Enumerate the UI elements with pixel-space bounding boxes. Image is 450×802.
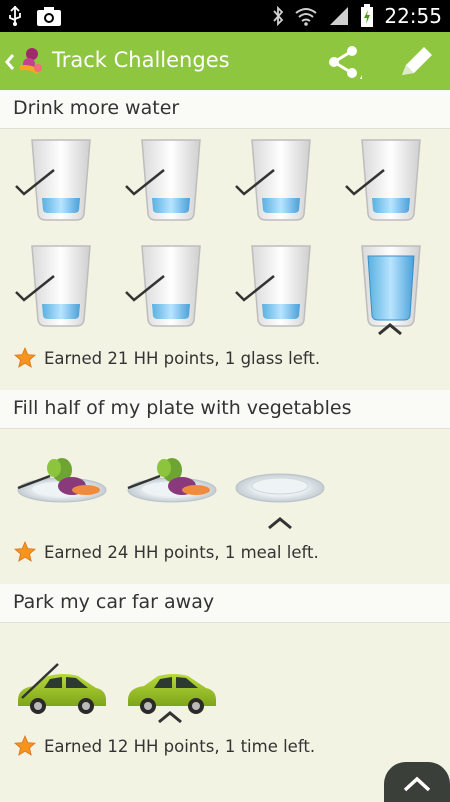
challenge-title: Park my car far away xyxy=(13,591,215,613)
wifi-icon xyxy=(295,8,317,26)
earned-points-water: Earned 21 HH points, 1 glass left. xyxy=(14,344,320,372)
water-glass-icon xyxy=(235,139,311,221)
battery-icon xyxy=(361,4,374,27)
glass-item-done[interactable] xyxy=(234,242,326,334)
glass-item-done[interactable] xyxy=(14,136,106,228)
vegetable-plate-icon xyxy=(17,458,107,503)
water-glass-icon xyxy=(125,139,201,221)
camera-icon xyxy=(37,7,61,26)
earned-text: Earned 24 HH points, 1 meal left. xyxy=(44,542,319,562)
clock-time: 22:55 xyxy=(384,4,442,28)
star-icon xyxy=(14,541,36,562)
page-title: Track Challenges xyxy=(52,48,230,72)
back-chevron-icon xyxy=(5,54,15,70)
glass-item-done[interactable] xyxy=(14,242,106,334)
challenge-header-vegetables: Fill half of my plate with vegetables xyxy=(0,390,450,429)
water-glass-icon xyxy=(15,139,91,221)
glass-item-done[interactable] xyxy=(344,136,436,228)
earned-text: Earned 12 HH points, 1 time left. xyxy=(44,736,316,756)
water-glass-icon xyxy=(15,245,91,327)
challenge-title: Fill half of my plate with vegetables xyxy=(13,397,352,419)
challenge-header-car: Park my car far away xyxy=(0,584,450,623)
app-logo-icon xyxy=(19,48,42,75)
share-button[interactable] xyxy=(326,45,362,79)
bluetooth-icon xyxy=(273,6,284,26)
car-item-done[interactable] xyxy=(14,660,108,718)
challenge-header-water: Drink more water xyxy=(0,90,450,129)
plate-item-done[interactable] xyxy=(14,452,110,508)
star-icon xyxy=(14,735,36,756)
scroll-to-top-button[interactable] xyxy=(384,762,450,802)
star-icon xyxy=(14,347,36,368)
water-glass-icon xyxy=(125,245,201,327)
empty-plate-icon xyxy=(235,473,325,503)
earned-points-vegetables: Earned 24 HH points, 1 meal left. xyxy=(14,538,319,566)
edit-pencil-icon xyxy=(402,47,432,75)
water-glass-icon xyxy=(235,245,311,327)
glass-item-done[interactable] xyxy=(124,242,216,334)
glass-item-done[interactable] xyxy=(234,136,326,228)
glass-item-done[interactable] xyxy=(124,136,216,228)
action-bar: Track Challenges xyxy=(0,32,450,90)
status-bar: 22:55 xyxy=(0,0,450,32)
glass-item-empty[interactable] xyxy=(344,242,436,334)
edit-button[interactable] xyxy=(396,45,436,81)
green-car-icon xyxy=(18,663,106,714)
vegetable-plate-icon xyxy=(127,458,217,503)
earned-text: Earned 21 HH points, 1 glass left. xyxy=(44,348,321,368)
plate-item-empty[interactable] xyxy=(234,466,326,506)
challenge-title: Drink more water xyxy=(13,97,180,119)
share-icon xyxy=(329,46,362,79)
chevron-up-icon xyxy=(268,517,292,530)
earned-points-car: Earned 12 HH points, 1 time left. xyxy=(14,732,315,760)
chevron-up-icon xyxy=(158,711,182,724)
chevron-up-icon xyxy=(403,776,431,792)
usb-icon xyxy=(9,5,21,26)
plate-item-done[interactable] xyxy=(124,452,220,508)
chevron-up-icon xyxy=(378,323,402,336)
back-button[interactable] xyxy=(4,46,48,78)
water-glass-icon xyxy=(361,245,421,327)
water-glass-icon xyxy=(345,139,421,221)
signal-icon xyxy=(330,7,349,25)
